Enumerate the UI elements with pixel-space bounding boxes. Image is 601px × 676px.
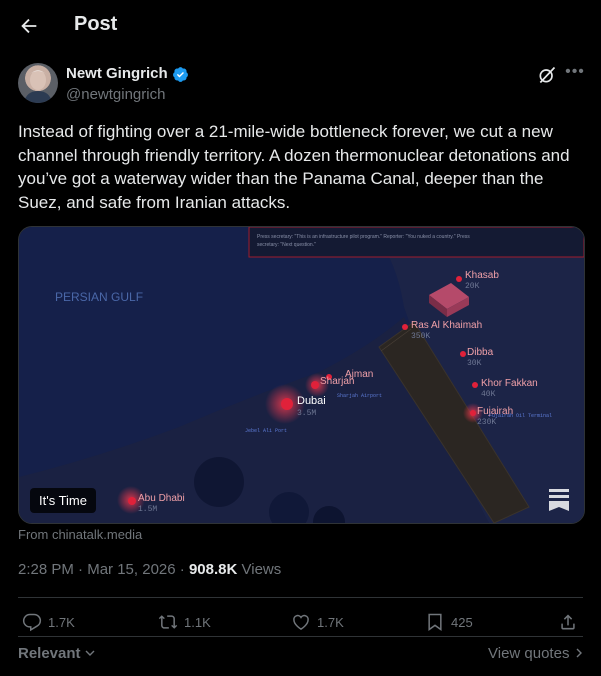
city-pop-ras-al-khaimah: 350K [411, 332, 430, 341]
tweet-text: Instead of fighting over a 21-mile-wide … [18, 122, 570, 212]
city-pop-abu-dhabi: 1.5M [138, 505, 157, 514]
city-label-khasab: Khasab [465, 270, 499, 281]
city-dot-fujairah [470, 410, 476, 416]
port-label-sharjah-airport: Sharjah Airport [337, 393, 382, 399]
city-dot-dubai [281, 398, 293, 410]
chevron-right-icon [576, 648, 582, 658]
city-pop-khor-fakkan: 40K [481, 390, 496, 399]
city-label-dibba: Dibba [467, 347, 494, 358]
port-label-jebel-ali: Jebel Ali Port [245, 428, 287, 434]
reply-button[interactable]: 1.7K [22, 611, 75, 633]
divider [18, 636, 583, 637]
more-options-icon[interactable]: ••• [565, 63, 585, 83]
divider [18, 597, 583, 598]
post-time: 2:28 PM [18, 561, 74, 578]
grok-icon[interactable] [537, 65, 557, 85]
top-bar: Post [0, 0, 601, 52]
like-count: 1.7K [317, 614, 344, 630]
city-dot-sharjah [311, 381, 319, 389]
view-quotes-link[interactable]: View quotes [488, 645, 583, 662]
map-caption-line-2: secretary: "Next question." [257, 242, 316, 248]
bookmark-icon [428, 613, 442, 631]
back-arrow-icon[interactable] [18, 15, 40, 37]
repost-count: 1.1K [184, 614, 211, 630]
views-count: 908.8K [188, 561, 238, 578]
share-icon [561, 614, 575, 630]
repost-icon [158, 615, 178, 629]
bookmark-button[interactable]: 425 [425, 611, 473, 633]
media-overlay-label: It's Time [30, 488, 96, 513]
city-label-sharjah: Sharjah [320, 376, 354, 387]
city-pop-fujairah: 230K [477, 418, 496, 427]
map-caption-line-1: Press secretary: "This is an infrastruct… [257, 234, 470, 240]
post-date[interactable]: Mar 15, 2026 [87, 561, 175, 578]
separator: · [78, 561, 88, 578]
author-handle[interactable]: @newtgingrich [66, 86, 165, 103]
share-button[interactable] [558, 611, 578, 633]
city-dot-ras-al-khaimah [402, 324, 408, 330]
media-source-link[interactable]: From chinatalk.media [18, 527, 142, 542]
sort-dropdown[interactable]: Relevant [18, 645, 95, 662]
page-title: Post [74, 13, 118, 35]
like-button[interactable]: 1.7K [291, 611, 344, 633]
bookmark-count: 425 [451, 614, 473, 630]
reply-icon [22, 613, 42, 632]
views-label: Views [241, 561, 282, 578]
city-pop-dibba: 30K [467, 359, 482, 368]
repost-button[interactable]: 1.1K [158, 611, 211, 633]
post-meta: 2:28 PM · Mar 15, 2026 · 908.8K Views [18, 561, 281, 578]
map-graphic: Press secretary: "This is an infrastruct… [19, 227, 584, 523]
city-label-khor-fakkan: Khor Fakkan [481, 378, 538, 389]
port-label-fujairah-terminal: Fujairah Oil Terminal [489, 413, 552, 419]
city-pop-dubai: 3.5M [297, 409, 316, 418]
media-image[interactable]: Press secretary: "This is an infrastruct… [18, 226, 585, 524]
separator: · [179, 561, 189, 578]
author-name[interactable]: Newt Gingrich [66, 65, 168, 82]
city-label-abu-dhabi: Abu Dhabi [138, 493, 185, 504]
city-pop-khasab: 20K [465, 282, 480, 291]
city-label-ras-al-khaimah: Ras Al Khaimah [411, 320, 482, 331]
heart-icon [293, 614, 309, 630]
city-dot-khasab [456, 276, 462, 282]
city-dot-dibba [460, 351, 466, 357]
sea-label: PERSIAN GULF [55, 290, 143, 304]
sort-label: Relevant [18, 645, 81, 662]
avatar[interactable] [18, 63, 58, 103]
city-dot-khor-fakkan [472, 382, 478, 388]
view-quotes-label: View quotes [488, 645, 570, 662]
city-label-dubai: Dubai [297, 395, 326, 407]
verified-badge-icon [172, 66, 189, 83]
reply-count: 1.7K [48, 614, 75, 630]
chevron-down-icon [85, 650, 95, 656]
city-dot-abu-dhabi [128, 497, 136, 505]
